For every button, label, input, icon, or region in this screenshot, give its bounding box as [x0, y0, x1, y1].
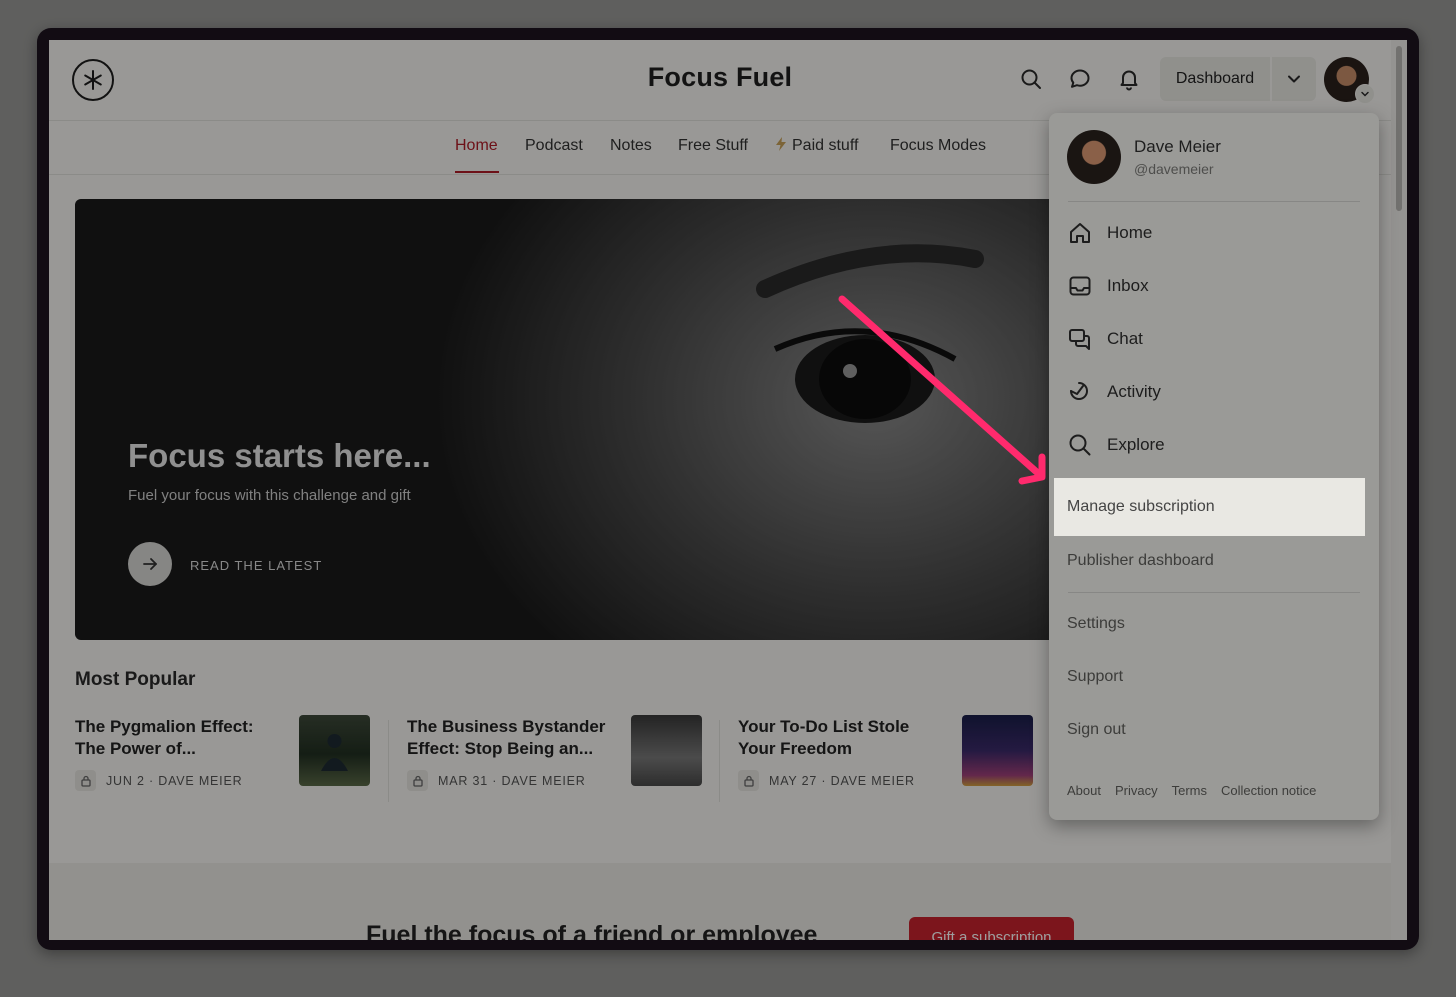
tab-focus-modes[interactable]: Focus Modes: [890, 137, 986, 155]
menu-item-publisher-dashboard[interactable]: Publisher dashboard: [1067, 552, 1214, 570]
hero-banner[interactable]: Focus starts here... Fuel your focus wit…: [75, 199, 1075, 640]
gift-section-heading: Fuel the focus of a friend or employee: [366, 921, 818, 940]
popular-post[interactable]: The Pygmalion Effect: The Power of... JU…: [75, 715, 385, 796]
post-title[interactable]: The Business Bystander Effect: Stop Bein…: [407, 716, 607, 760]
post-title[interactable]: The Pygmalion Effect: The Power of...: [75, 716, 275, 760]
menu-item-label: Home: [1107, 223, 1153, 242]
post-meta: MAR 31 · DAVE MEIER: [407, 770, 586, 791]
post-thumbnail[interactable]: [299, 715, 370, 786]
menu-item-home[interactable]: Home: [1067, 218, 1152, 248]
inbox-icon: [1069, 276, 1091, 296]
menu-footer-links: About Privacy Terms Collection notice: [1067, 783, 1316, 798]
post-thumbnail[interactable]: [631, 715, 702, 786]
active-tab-indicator: [455, 171, 499, 173]
footer-link-collection-notice[interactable]: Collection notice: [1221, 783, 1316, 798]
menu-item-label: Inbox: [1107, 276, 1149, 295]
footer-link-terms[interactable]: Terms: [1172, 783, 1207, 798]
menu-item-inbox[interactable]: Inbox: [1067, 271, 1149, 301]
menu-item-label: Explore: [1107, 435, 1165, 454]
menu-divider: [1068, 201, 1360, 202]
lock-icon: [75, 770, 96, 791]
dashboard-button[interactable]: Dashboard: [1160, 57, 1270, 101]
footer-link-about[interactable]: About: [1067, 783, 1101, 798]
bell-icon[interactable]: [1117, 67, 1141, 91]
lightning-icon: [776, 137, 786, 151]
post-title[interactable]: Your To-Do List Stole Your Freedom: [738, 716, 938, 760]
chevron-down-icon: [1288, 75, 1300, 83]
menu-divider: [1068, 592, 1360, 593]
chevron-down-icon: [1361, 91, 1369, 97]
post-meta: MAY 27 · DAVE MEIER: [738, 770, 915, 791]
account-menu: Dave Meier @davemeier Home Inbox Chat Ac…: [1049, 113, 1379, 820]
menu-item-explore[interactable]: Explore: [1067, 430, 1165, 460]
tab-paid-stuff[interactable]: Paid stuff: [775, 137, 858, 155]
menu-avatar: [1067, 130, 1121, 184]
scrollbar-thumb[interactable]: [1396, 46, 1402, 211]
post-divider: [719, 720, 720, 802]
read-latest-link[interactable]: READ THE LATEST: [190, 558, 322, 573]
lock-icon: [738, 770, 759, 791]
search-icon: [1069, 434, 1091, 456]
hero-subtitle: Fuel your focus with this challenge and …: [128, 487, 411, 504]
home-icon: [1070, 223, 1090, 243]
menu-item-label: Activity: [1107, 382, 1161, 401]
tab-home[interactable]: Home: [455, 137, 498, 155]
arrow-right-icon: [143, 558, 157, 570]
chat-bubble-icon[interactable]: [1068, 67, 1092, 91]
menu-item-support[interactable]: Support: [1067, 668, 1123, 686]
menu-item-chat[interactable]: Chat: [1067, 324, 1143, 354]
tab-podcast[interactable]: Podcast: [525, 137, 583, 155]
post-meta: JUN 2 · DAVE MEIER: [75, 770, 242, 791]
most-popular-heading: Most Popular: [75, 669, 196, 690]
popular-post[interactable]: The Business Bystander Effect: Stop Bein…: [407, 715, 717, 796]
footer-link-privacy[interactable]: Privacy: [1115, 783, 1158, 798]
menu-item-label: Chat: [1107, 329, 1143, 348]
hero-title: Focus starts here...: [128, 437, 431, 474]
activity-icon: [1070, 382, 1088, 400]
popular-post[interactable]: Your To-Do List Stole Your Freedom MAY 2…: [738, 715, 1048, 796]
avatar-menu-toggle[interactable]: [1355, 84, 1375, 104]
dashboard-dropdown-button[interactable]: [1272, 57, 1316, 101]
tab-notes[interactable]: Notes: [610, 137, 652, 155]
menu-item-sign-out[interactable]: Sign out: [1067, 721, 1126, 739]
menu-item-settings[interactable]: Settings: [1067, 615, 1125, 633]
gift-subscription-button[interactable]: Gift a subscription: [909, 917, 1074, 940]
menu-user-name: Dave Meier: [1134, 137, 1221, 156]
post-divider: [388, 720, 389, 802]
read-latest-button[interactable]: [128, 542, 172, 586]
tab-paid-stuff-label: Paid stuff: [792, 137, 859, 154]
hero-eye-image: [756, 244, 984, 423]
post-date-author: JUN 2 · DAVE MEIER: [106, 773, 243, 788]
post-date-author: MAY 27 · DAVE MEIER: [769, 773, 915, 788]
search-icon[interactable]: [1019, 67, 1043, 91]
post-thumbnail[interactable]: [962, 715, 1033, 786]
chat-icon: [1069, 329, 1090, 350]
lock-icon: [407, 770, 428, 791]
menu-item-activity[interactable]: Activity: [1067, 377, 1161, 407]
page-scrollbar[interactable]: [1391, 40, 1407, 940]
menu-item-manage-subscription[interactable]: Manage subscription: [1054, 478, 1365, 536]
tab-free-stuff[interactable]: Free Stuff: [678, 137, 748, 155]
menu-user-handle: @davemeier: [1134, 161, 1214, 177]
post-date-author: MAR 31 · DAVE MEIER: [438, 773, 586, 788]
